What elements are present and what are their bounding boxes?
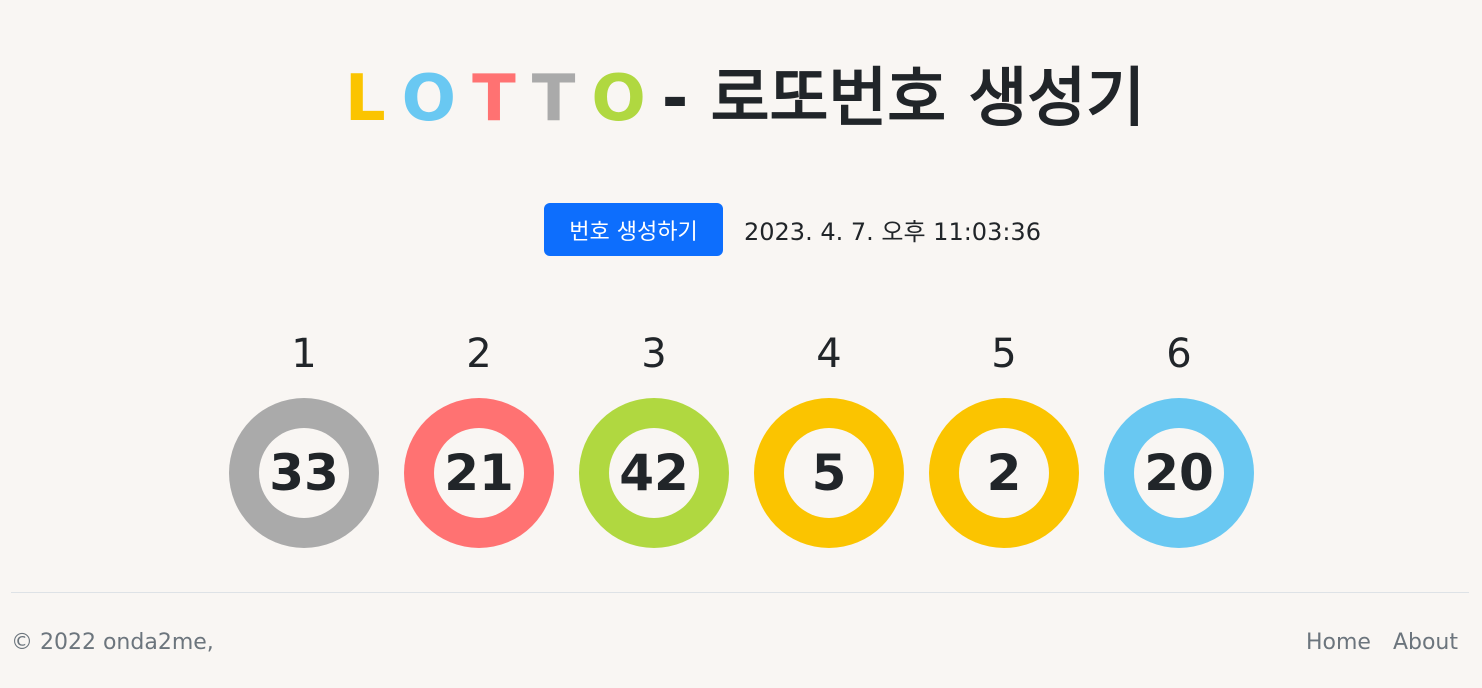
ball-slot-2: 2 21 (404, 330, 554, 548)
ball-slot-4: 4 5 (754, 330, 904, 548)
lotto-ball: 2 (929, 398, 1079, 548)
ball-slot-1: 1 33 (229, 330, 379, 548)
page-title: LOTTO- 로또번호 생성기 (0, 61, 1482, 137)
ball-index: 2 (466, 331, 492, 377)
ball-slot-5: 5 2 (929, 330, 1079, 548)
ball-number: 33 (259, 428, 349, 518)
title-letter-o: O (401, 61, 457, 136)
ball-number: 5 (784, 428, 874, 518)
footer-divider (11, 592, 1469, 593)
ball-number: 20 (1134, 428, 1224, 518)
ball-slot-6: 6 20 (1104, 330, 1254, 548)
ball-number: 42 (609, 428, 699, 518)
footer-nav: Home About (1284, 630, 1458, 655)
generator-controls: 번호 생성하기 2023. 4. 7. 오후 11:03:36 (544, 203, 1041, 256)
lotto-ball: 42 (579, 398, 729, 548)
title-text: - 로또번호 생성기 (661, 61, 1146, 136)
ball-index: 5 (991, 331, 1017, 377)
lotto-balls: 1 33 2 21 3 42 4 5 5 2 6 20 (229, 330, 1254, 548)
title-letter-t2: T (531, 61, 576, 136)
ball-number: 21 (434, 428, 524, 518)
ball-index: 3 (641, 331, 667, 377)
lotto-ball: 5 (754, 398, 904, 548)
copyright-text: © 2022 onda2me, (11, 630, 214, 655)
lotto-ball: 20 (1104, 398, 1254, 548)
ball-slot-3: 3 42 (579, 330, 729, 548)
ball-index: 1 (291, 331, 317, 377)
lotto-ball: 33 (229, 398, 379, 548)
ball-number: 2 (959, 428, 1049, 518)
footer-link-about[interactable]: About (1393, 630, 1458, 655)
generated-timestamp: 2023. 4. 7. 오후 11:03:36 (744, 218, 1041, 246)
lotto-ball: 21 (404, 398, 554, 548)
ball-index: 4 (816, 331, 842, 377)
generate-numbers-button[interactable]: 번호 생성하기 (544, 203, 723, 256)
footer-link-home[interactable]: Home (1306, 630, 1371, 655)
title-letter-t: T (472, 61, 516, 136)
ball-index: 6 (1166, 331, 1192, 377)
title-letter-l: L (344, 61, 386, 136)
title-letter-o2: O (591, 61, 646, 136)
